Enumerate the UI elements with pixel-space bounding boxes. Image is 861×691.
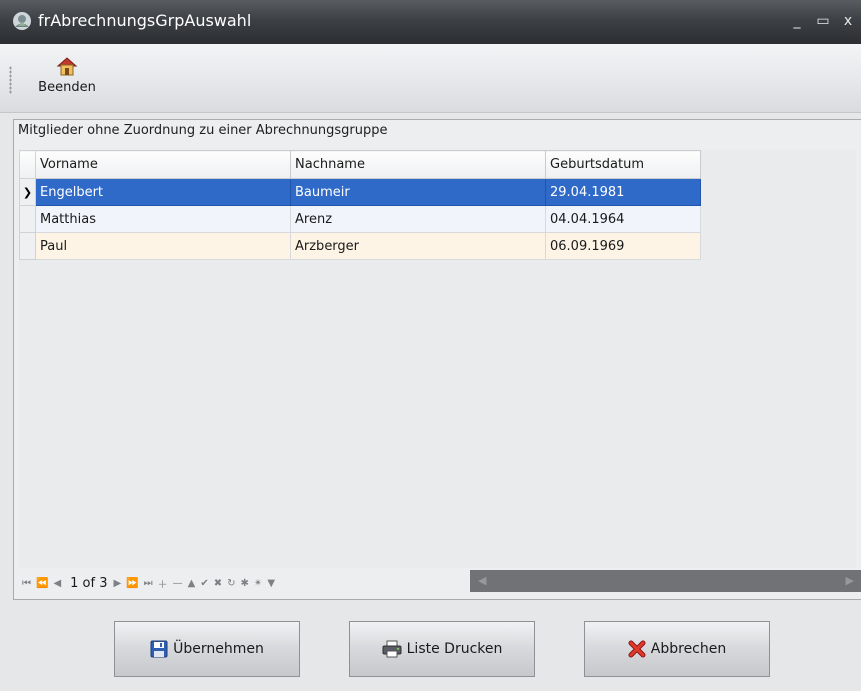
apply-button[interactable]: Übernehmen bbox=[114, 621, 300, 677]
previous-record-icon[interactable]: ◀ bbox=[53, 578, 61, 589]
first-page-icon[interactable]: ⏮ bbox=[22, 578, 31, 589]
bookmark-icon[interactable]: ✱ bbox=[241, 578, 249, 589]
members-table: Vorname Nachname Geburtsdatum ❯ Engelber… bbox=[19, 150, 701, 260]
window: frAbrechnungsGrpAuswahl _ ▭ x Beenden Mi… bbox=[0, 0, 861, 691]
table-row[interactable]: Paul Arzberger 06.09.1969 bbox=[19, 232, 701, 260]
table-row[interactable]: ❯ Engelbert Baumeir 29.04.1981 bbox=[19, 178, 701, 206]
cell-geburtsdatum[interactable]: 04.04.1964 bbox=[545, 205, 701, 233]
row-indicator bbox=[19, 232, 36, 260]
delete-icon[interactable]: — bbox=[173, 578, 183, 589]
record-position: 1 of 3 bbox=[70, 575, 108, 591]
app-icon bbox=[13, 12, 31, 30]
end-edit-icon[interactable]: ✔ bbox=[200, 578, 208, 589]
next-record-icon[interactable]: ▶ bbox=[114, 578, 122, 589]
column-header-nachname[interactable]: Nachname bbox=[290, 150, 546, 179]
members-grid[interactable]: Vorname Nachname Geburtsdatum ❯ Engelber… bbox=[19, 150, 856, 568]
cell-vorname[interactable]: Matthias bbox=[35, 205, 291, 233]
goto-bookmark-icon[interactable]: ✴ bbox=[254, 578, 262, 589]
append-icon[interactable]: ＋ bbox=[158, 576, 168, 591]
toolbar: Beenden bbox=[0, 44, 861, 113]
previous-page-icon[interactable]: ⏪ bbox=[36, 578, 48, 589]
cell-geburtsdatum[interactable]: 29.04.1981 bbox=[545, 178, 701, 206]
apply-button-label: Übernehmen bbox=[173, 641, 264, 657]
exit-button[interactable]: Beenden bbox=[30, 52, 104, 108]
refresh-icon[interactable]: ↻ bbox=[227, 578, 235, 589]
horizontal-scrollbar[interactable]: ◀ ▶ bbox=[470, 570, 861, 592]
red-x-icon bbox=[628, 640, 646, 658]
maximize-button[interactable]: ▭ bbox=[812, 10, 834, 32]
row-indicator bbox=[19, 205, 36, 233]
row-indicator-header bbox=[19, 150, 36, 179]
close-button[interactable]: x bbox=[837, 10, 859, 32]
cancel-edit-icon[interactable]: ✖ bbox=[214, 578, 222, 589]
cell-vorname[interactable]: Engelbert bbox=[35, 178, 291, 206]
exit-button-label: Beenden bbox=[38, 80, 96, 95]
edit-icon[interactable]: ▲ bbox=[188, 578, 196, 589]
cell-vorname[interactable]: Paul bbox=[35, 232, 291, 260]
filter-icon[interactable]: ▼ bbox=[267, 578, 275, 589]
members-group: Mitglieder ohne Zuordnung zu einer Abrec… bbox=[13, 119, 861, 600]
cell-geburtsdatum[interactable]: 06.09.1969 bbox=[545, 232, 701, 260]
group-caption: Mitglieder ohne Zuordnung zu einer Abrec… bbox=[18, 123, 388, 138]
floppy-disk-icon bbox=[150, 640, 168, 658]
cell-nachname[interactable]: Arzberger bbox=[290, 232, 546, 260]
next-page-icon[interactable]: ⏩ bbox=[126, 578, 138, 589]
current-row-arrow-icon: ❯ bbox=[19, 178, 36, 206]
scroll-left-icon[interactable]: ◀ bbox=[478, 574, 486, 587]
column-header-vorname[interactable]: Vorname bbox=[35, 150, 291, 179]
cell-nachname[interactable]: Baumeir bbox=[290, 178, 546, 206]
last-page-icon[interactable]: ⏭ bbox=[144, 578, 153, 589]
cell-nachname[interactable]: Arenz bbox=[290, 205, 546, 233]
column-header-geburtsdatum[interactable]: Geburtsdatum bbox=[545, 150, 701, 179]
print-list-button[interactable]: Liste Drucken bbox=[349, 621, 535, 677]
table-row[interactable]: Matthias Arenz 04.04.1964 bbox=[19, 205, 701, 233]
minimize-button[interactable]: _ bbox=[786, 10, 808, 32]
house-icon bbox=[56, 57, 78, 76]
data-navigator: ⏮ ⏪ ◀ 1 of 3 ▶ ⏩ ⏭ ＋ — ▲ ✔ ✖ ↻ ✱ ✴ ▼ bbox=[22, 573, 280, 593]
window-title: frAbrechnungsGrpAuswahl bbox=[38, 11, 252, 30]
print-list-button-label: Liste Drucken bbox=[406, 641, 503, 657]
cancel-button-label: Abbrechen bbox=[650, 641, 727, 657]
table-header-row: Vorname Nachname Geburtsdatum bbox=[19, 150, 701, 179]
printer-icon bbox=[382, 640, 402, 658]
toolbar-grip[interactable] bbox=[9, 66, 12, 94]
title-bar[interactable]: frAbrechnungsGrpAuswahl _ ▭ x bbox=[0, 0, 861, 44]
cancel-button[interactable]: Abbrechen bbox=[584, 621, 770, 677]
scroll-right-icon[interactable]: ▶ bbox=[846, 574, 854, 587]
